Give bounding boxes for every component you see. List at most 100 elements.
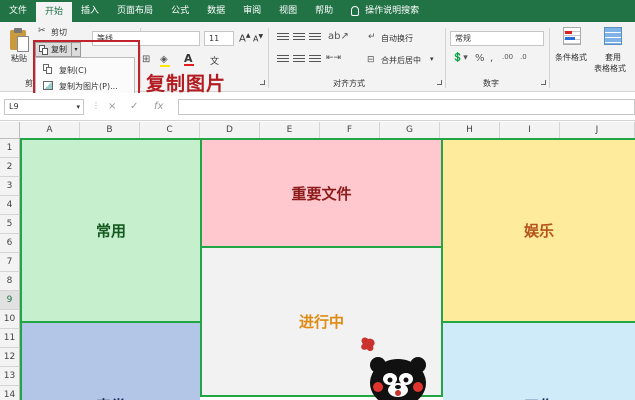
tab-view[interactable]: 视图 — [270, 0, 306, 22]
overlay-title: 复制图片 — [146, 73, 227, 95]
merge-dropdown-icon[interactable]: ▾ — [430, 55, 434, 63]
alignment-group-label: 对齐方式 — [333, 79, 365, 88]
tab-data[interactable]: 数据 — [198, 0, 234, 22]
block-common[interactable]: 常用 — [20, 138, 202, 323]
row-header-13[interactable]: 13 — [0, 367, 20, 386]
orientation-icon[interactable]: ab↗ — [328, 31, 349, 42]
align-center-icon[interactable] — [293, 55, 305, 64]
tab-page-layout[interactable]: 页面布局 — [108, 0, 162, 22]
block-entertainment-label: 娱乐 — [523, 222, 554, 240]
align-bottom-icon[interactable] — [309, 33, 321, 42]
alignment-dialog-launcher[interactable] — [437, 80, 442, 85]
conditional-formatting-icon — [563, 27, 581, 45]
wrap-text-button[interactable]: 自动换行 — [381, 33, 413, 44]
font-shrink-icon[interactable]: A▼ — [253, 33, 263, 44]
tab-file[interactable]: 文件 — [0, 0, 36, 22]
paste-icon[interactable] — [8, 28, 30, 54]
formula-bar-handle-icon: ⋮ — [92, 101, 100, 110]
name-box[interactable]: L9 ▾ — [4, 99, 84, 115]
insert-function-icon[interactable]: fx — [154, 101, 163, 112]
column-header-h[interactable]: H — [440, 122, 500, 139]
merge-center-button[interactable]: 合并后居中 — [381, 55, 421, 66]
clipboard-group-label: 剪 — [25, 79, 33, 88]
column-header-g[interactable]: G — [380, 122, 440, 139]
format-as-table-label-2[interactable]: 表格格式 — [594, 63, 626, 74]
cut-button[interactable]: 剪切 — [51, 27, 67, 38]
column-header-c[interactable]: C — [140, 122, 200, 139]
name-box-value: L9 — [9, 102, 19, 111]
enter-entry-icon[interactable]: ✓ — [130, 101, 138, 112]
tab-formulas[interactable]: 公式 — [162, 0, 198, 22]
block-bottom-right[interactable]: 工作 — [441, 321, 635, 400]
column-header-d[interactable]: D — [200, 122, 260, 139]
formula-bar: L9 ▾ ⋮ × ✓ fx — [0, 93, 635, 121]
column-header-a[interactable]: A — [20, 122, 80, 139]
row-header-8[interactable]: 8 — [0, 272, 20, 291]
tab-insert[interactable]: 插入 — [72, 0, 108, 22]
block-entertainment[interactable]: 娱乐 — [441, 138, 635, 323]
block-bottom-left[interactable]: 表类 — [20, 321, 202, 400]
row-header-11[interactable]: 11 — [0, 329, 20, 348]
column-header-j[interactable]: J — [560, 122, 635, 139]
currency-icon[interactable]: 💲▾ — [452, 53, 468, 63]
conditional-formatting-button[interactable]: 条件格式 — [555, 52, 587, 63]
number-dialog-launcher[interactable] — [541, 80, 546, 85]
row-header-5[interactable]: 5 — [0, 215, 20, 234]
font-dialog-launcher[interactable] — [260, 80, 265, 85]
scissors-icon: ✂ — [38, 26, 46, 36]
tab-review[interactable]: 审阅 — [234, 0, 270, 22]
tell-me-search[interactable]: 操作说明搜索 — [342, 0, 428, 22]
column-header-e[interactable]: E — [260, 122, 320, 139]
select-all-corner[interactable] — [0, 122, 20, 139]
row-header-1[interactable]: 1 — [0, 139, 20, 158]
font-size-select[interactable]: 11 — [204, 31, 234, 46]
font-grow-icon[interactable]: A▲ — [239, 32, 250, 44]
wrap-text-icon: ↵ — [368, 32, 376, 42]
align-middle-icon[interactable] — [293, 33, 305, 42]
block-bottom-right-label: 工作 — [524, 395, 554, 400]
bear-mascot-icon — [361, 337, 426, 400]
align-left-icon[interactable] — [277, 55, 289, 64]
font-color-icon[interactable]: A — [184, 52, 194, 66]
phonetic-icon[interactable]: 文 — [210, 54, 219, 67]
align-top-icon[interactable] — [277, 33, 289, 42]
row-header-12[interactable]: 12 — [0, 348, 20, 367]
column-header-b[interactable]: B — [80, 122, 140, 139]
block-important-label: 重要文件 — [291, 184, 352, 203]
decrease-decimal-icon[interactable]: .0 — [520, 53, 527, 61]
row-header-14[interactable]: 14 — [0, 386, 20, 400]
lightbulb-icon — [351, 5, 360, 16]
block-common-label: 常用 — [95, 222, 126, 240]
row-header-2[interactable]: 2 — [0, 158, 20, 177]
align-right-icon[interactable] — [309, 55, 321, 64]
block-bottom-left-label: 表类 — [96, 395, 126, 400]
row-header-6[interactable]: 6 — [0, 234, 20, 253]
format-as-table-icon — [604, 27, 622, 45]
formula-input[interactable] — [178, 99, 635, 115]
format-as-table-label-1[interactable]: 套用 — [605, 52, 621, 63]
highlight-box — [33, 40, 140, 98]
row-header-7[interactable]: 7 — [0, 253, 20, 272]
block-in-progress-label: 进行中 — [298, 313, 344, 331]
block-important[interactable]: 重要文件 — [200, 138, 443, 248]
row-header-4[interactable]: 4 — [0, 196, 20, 215]
comma-icon[interactable]: , — [490, 53, 493, 64]
tab-help[interactable]: 帮助 — [306, 0, 342, 22]
row-header-9[interactable]: 9 — [0, 291, 20, 310]
tell-me-label: 操作说明搜索 — [365, 6, 420, 16]
row-header-3[interactable]: 3 — [0, 177, 20, 196]
column-header-f[interactable]: F — [320, 122, 380, 139]
number-format-select[interactable]: 常规 — [450, 31, 544, 46]
name-box-dropdown-icon[interactable]: ▾ — [76, 100, 80, 114]
borders-icon[interactable]: ⊞ — [142, 54, 150, 65]
row-header-10[interactable]: 10 — [0, 310, 20, 329]
percent-icon[interactable]: % — [475, 53, 485, 64]
fill-color-icon[interactable]: ◈ — [160, 54, 170, 67]
ribbon-tab-bar: 文件 开始 插入 页面布局 公式 数据 审阅 视图 帮助 操作说明搜索 — [0, 0, 635, 22]
column-header-i[interactable]: I — [500, 122, 560, 139]
indent-icon[interactable]: ⇤⇥ — [326, 53, 341, 63]
paste-button[interactable]: 粘贴 — [11, 53, 27, 64]
tab-home[interactable]: 开始 — [36, 2, 73, 22]
cancel-entry-icon[interactable]: × — [108, 101, 116, 112]
increase-decimal-icon[interactable]: .00 — [502, 53, 513, 61]
